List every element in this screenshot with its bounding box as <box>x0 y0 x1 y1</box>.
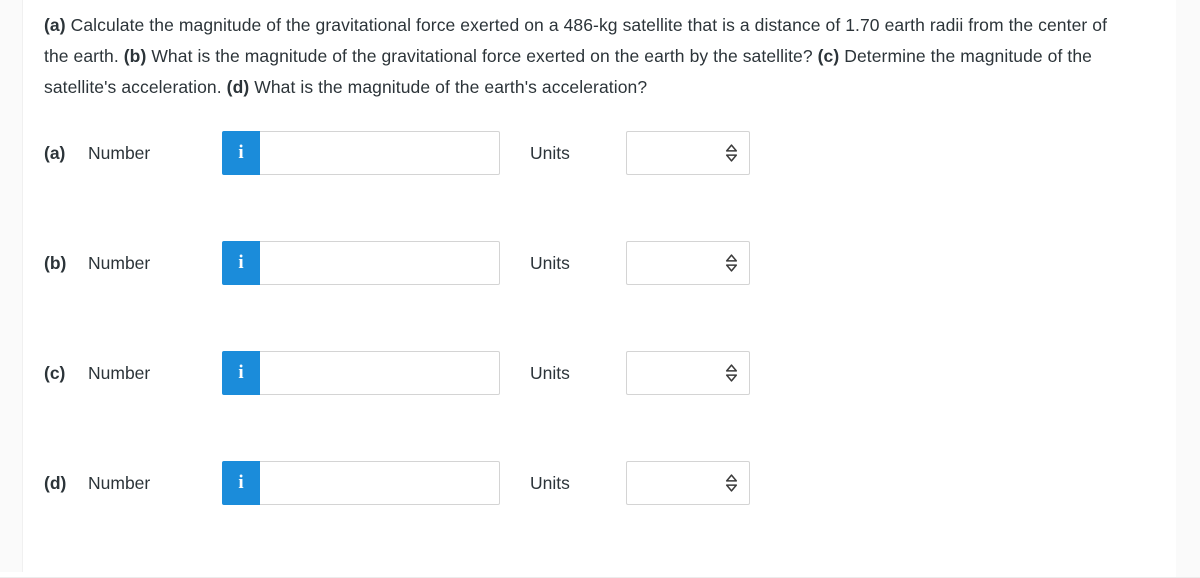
answer-row-c: (c) Number i Units <box>44 351 1164 395</box>
answer-part-label: (c) <box>44 362 66 383</box>
number-input-d[interactable] <box>260 461 500 505</box>
answer-part-label: (a) <box>44 142 66 163</box>
question-text: What is the magnitude of the earth's acc… <box>249 77 648 97</box>
units-select-wrapper <box>626 461 750 505</box>
question-content: (a) Calculate the magnitude of the gravi… <box>44 10 1164 505</box>
units-select-wrapper <box>626 351 750 395</box>
question-part-marker: (a) <box>44 15 66 35</box>
question-part-marker: (b) <box>123 46 147 66</box>
info-icon-glyph: i <box>238 251 244 273</box>
units-select-b[interactable] <box>626 241 750 285</box>
right-gutter-strip <box>1176 0 1200 578</box>
answer-row-d: (d) Number i Units <box>44 461 1164 505</box>
question-prompt: (a) Calculate the magnitude of the gravi… <box>44 10 1134 103</box>
number-input-group: i <box>222 351 500 395</box>
question-part-marker: (d) <box>226 77 250 97</box>
answer-rows: (a) Number i Units (b) Number i Units (c… <box>44 131 1164 505</box>
left-gutter-strip <box>0 0 23 572</box>
units-label: Units <box>530 362 570 383</box>
units-select-c[interactable] <box>626 351 750 395</box>
info-icon-glyph: i <box>238 471 244 493</box>
units-select-wrapper <box>626 241 750 285</box>
question-part-marker: (c) <box>817 46 840 66</box>
info-icon-glyph: i <box>238 361 244 383</box>
number-input-a[interactable] <box>260 131 500 175</box>
info-icon-b[interactable]: i <box>222 241 260 285</box>
answer-row-a: (a) Number i Units <box>44 131 1164 175</box>
info-icon-glyph: i <box>238 141 244 163</box>
number-label: Number <box>88 472 151 493</box>
units-label: Units <box>530 472 570 493</box>
number-input-c[interactable] <box>260 351 500 395</box>
answer-row-b: (b) Number i Units <box>44 241 1164 285</box>
units-select-d[interactable] <box>626 461 750 505</box>
answer-part-label: (d) <box>44 472 67 493</box>
number-input-group: i <box>222 131 500 175</box>
number-label: Number <box>88 362 151 383</box>
answer-part-label: (b) <box>44 252 67 273</box>
info-icon-c[interactable]: i <box>222 351 260 395</box>
units-select-a[interactable] <box>626 131 750 175</box>
info-icon-a[interactable]: i <box>222 131 260 175</box>
info-icon-d[interactable]: i <box>222 461 260 505</box>
number-label: Number <box>88 142 151 163</box>
units-label: Units <box>530 252 570 273</box>
question-text: What is the magnitude of the gravitation… <box>146 46 818 66</box>
units-select-wrapper <box>626 131 750 175</box>
number-label: Number <box>88 252 151 273</box>
number-input-group: i <box>222 461 500 505</box>
number-input-group: i <box>222 241 500 285</box>
units-label: Units <box>530 142 570 163</box>
number-input-b[interactable] <box>260 241 500 285</box>
